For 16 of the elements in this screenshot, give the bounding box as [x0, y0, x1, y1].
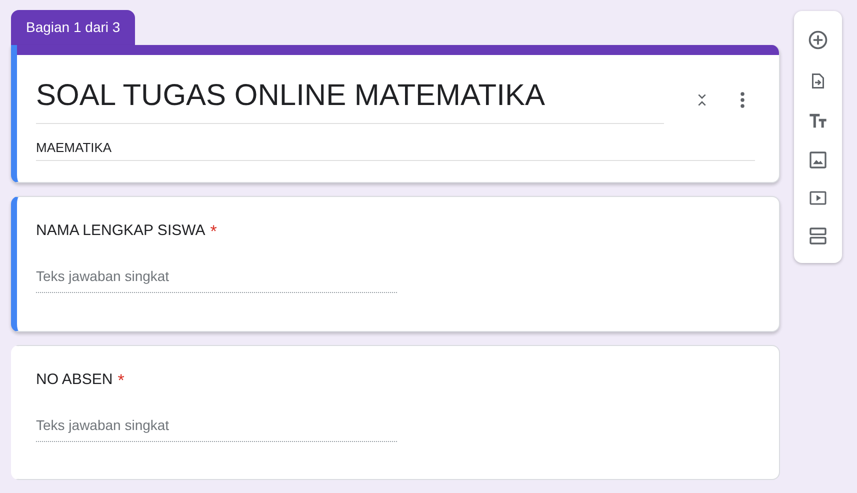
- required-mark: *: [118, 370, 124, 391]
- form-header-card[interactable]: SOAL TUGAS ONLINE MATEMATIKA MAEMATIKA: [11, 45, 780, 184]
- section-icon[interactable]: [808, 226, 828, 246]
- video-icon[interactable]: [807, 188, 829, 206]
- answer-field[interactable]: Teks jawaban singkat: [36, 412, 397, 442]
- add-question-icon[interactable]: [807, 28, 829, 50]
- required-mark: *: [210, 222, 217, 242]
- form-title[interactable]: SOAL TUGAS ONLINE MATEMATIKA: [36, 75, 664, 124]
- question-title: NO ABSEN: [36, 370, 113, 390]
- question-title: NAMA LENGKAP SISWA: [36, 222, 206, 242]
- answer-field[interactable]: Teks jawaban singkat: [36, 264, 397, 294]
- image-icon[interactable]: [808, 150, 828, 170]
- form-description[interactable]: MAEMATIKA: [36, 128, 755, 162]
- question-card[interactable]: NO ABSEN * Teks jawaban singkat: [11, 344, 780, 480]
- question-card[interactable]: NAMA LENGKAP SISWA * Teks jawaban singkat: [11, 196, 780, 332]
- more-icon[interactable]: [740, 90, 745, 109]
